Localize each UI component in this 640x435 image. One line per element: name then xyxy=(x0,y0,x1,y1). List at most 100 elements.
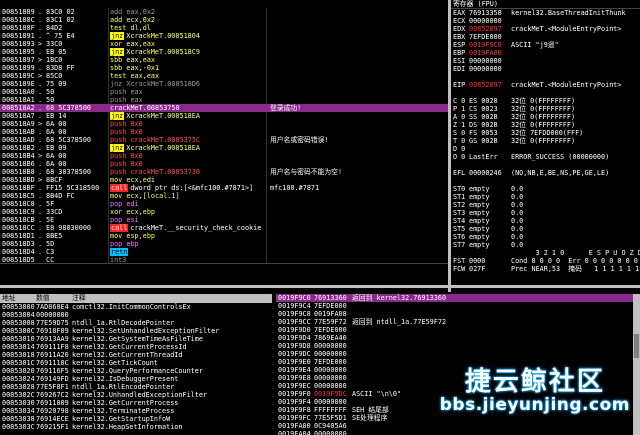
disasm-row[interactable]: 008518AD. 68 5C378500 push crackMeT.008537… xyxy=(0,136,448,144)
register-row[interactable]: O 0 LastErr ERROR_SUCCESS (00000000) xyxy=(451,153,640,161)
register-row[interactable]: ST3 empty 0.0 xyxy=(451,209,640,217)
disasm-row[interactable]: 00851897 >1BC0 sbb eax,eax xyxy=(0,56,448,64)
disasm-row[interactable]: 008518CC. E8 98030000 call crackMeT.__secur… xyxy=(0,224,448,232)
register-row[interactable]: EDI 00000000 xyxy=(451,65,640,73)
register-row[interactable]: ST5 empty 0.0 xyxy=(451,225,640,233)
register-value[interactable]: 00852097 xyxy=(469,81,502,89)
register-row[interactable]: P 1 CS 0023 32位 0(FFFFFFFF) xyxy=(451,105,640,113)
dump-row[interactable]: 00853024 769149FD kernel32.IsDebuggerPrese… xyxy=(0,375,272,383)
dump-header-comment[interactable]: 注释 xyxy=(72,294,86,302)
disasm-row[interactable]: 0085188F. 84D2 test dl,dl xyxy=(0,24,448,32)
disasm-row[interactable]: 008518A7. EB 14 jnz XcrackMeT.008518EA xyxy=(0,112,448,120)
stack-scrollbar[interactable] xyxy=(633,294,640,435)
disasm-row[interactable]: 008518B2. EB 09 jnz XcrackMeT.008518EA xyxy=(0,144,448,152)
disasm-row[interactable]: 0085189E. 75 09 jnz XcrackMeT.008518D6 xyxy=(0,80,448,88)
dump-header-value[interactable]: 数值 xyxy=(36,294,50,302)
register-row[interactable] xyxy=(451,177,640,185)
disasm-row[interactable]: 008518B8. 68 30378500 push crackMeT.008537… xyxy=(0,168,448,176)
register-row[interactable]: 3 2 1 0 E S P U O Z D I xyxy=(451,249,640,257)
register-value[interactable]: empty xyxy=(469,185,489,193)
disasm-row[interactable]: 008518BF. FF15 5C318500 call dword ptr ds:[… xyxy=(0,184,448,192)
disasm-row[interactable]: 0085189C >85C0 test eax,eax xyxy=(0,72,448,80)
register-row[interactable]: ESP 0019F9C0 ASCII "j9遥" xyxy=(451,41,640,49)
register-value[interactable]: empty xyxy=(469,209,489,217)
register-value[interactable]: FS 0053 xyxy=(469,129,498,137)
register-value[interactable]: DS 002B xyxy=(469,121,498,129)
dump-row[interactable]: 00853018 76911A20 kernel32.GetCurrentThrea… xyxy=(0,351,272,359)
disasm-row[interactable]: 008518D5 CC int3 xyxy=(0,256,448,263)
dump-row[interactable]: 00853034 76920798 kernel32.TerminateProces… xyxy=(0,407,272,415)
register-value[interactable]: SS 002B xyxy=(469,113,498,121)
dump-row[interactable]: 0085302C 769267C2 kernel32.UnhandledExcept… xyxy=(0,391,272,399)
register-row[interactable]: EFL 00000246 (NO,NB,E,BE,NS,PE,GE,LE) xyxy=(451,169,640,177)
disasm-row[interactable]: 00851889. 83C0 02 add eax,0x2 xyxy=(0,8,448,16)
register-row[interactable]: ST6 empty 0.0 xyxy=(451,233,640,241)
disasm-row[interactable]: 008518BD >8BCF mov ecx,edi xyxy=(0,176,448,184)
register-row[interactable]: T 0 GS 002B 32位 0(FFFFFFFF) xyxy=(451,137,640,145)
memory-dump-pane[interactable]: 地址 数值 注释 00853000 7AD868E4 comctl32.InitCo… xyxy=(0,294,272,435)
register-value[interactable]: 7EFDE000 xyxy=(469,33,502,41)
disasm-row[interactable]: 008518A1. 50 push eax xyxy=(0,96,448,104)
stack-row[interactable]: 0019F9C0 76913360 返回到 kernel32.76913360 xyxy=(276,294,640,302)
dump-row[interactable]: 0085300C 76918F09 kernel32.SetUnhandledExc… xyxy=(0,327,272,335)
register-value[interactable]: 0019FA00 xyxy=(469,49,502,57)
register-row[interactable]: ECX 00000000 xyxy=(451,17,640,25)
dump-row[interactable]: 0085301C 7691110C kernel32.GetTickCount xyxy=(0,359,272,367)
register-row[interactable] xyxy=(451,161,640,169)
disasm-row[interactable]: 008518A0. 50 push eax xyxy=(0,88,448,96)
disasm-row[interactable]: 008518D3. 5D pop ebp xyxy=(0,240,448,248)
dump-row[interactable]: 00853028 77E5F8F1 ntdll_1a.RtlEncodePointe… xyxy=(0,383,272,391)
register-value[interactable]: 0000 xyxy=(469,257,485,265)
register-row[interactable]: EIP 00852097 crackMeT.<ModuleEntryPoint> xyxy=(451,81,640,89)
disasm-row[interactable]: 008518C5. 8B4D FC mov ecx,[local.1] xyxy=(0,192,448,200)
disasm-row[interactable]: 0085188C. 83C1 02 add ecx,0x2 xyxy=(0,16,448,24)
register-value[interactable]: empty xyxy=(469,217,489,225)
disasm-row[interactable]: 00851893 >33C0 xor eax,eax xyxy=(0,40,448,48)
register-value[interactable]: ES 0020 xyxy=(469,97,498,105)
disasm-row[interactable]: 008518D4. C3 retn xyxy=(0,248,448,256)
register-row[interactable]: FCW 027F Prec NEAR,53 掩码 1 1 1 1 1 1 xyxy=(451,265,640,273)
register-value[interactable]: 00852097 xyxy=(469,25,502,33)
register-row[interactable]: C 0 ES 0020 32位 0(FFFFFFFF) xyxy=(451,97,640,105)
disasm-row[interactable]: 00851891. ^ 75 E4 jnz XcrackMeT.00851804 xyxy=(0,32,448,40)
register-row[interactable]: FST 0000 Cond 0 0 0 0 Err 0 0 0 0 0 0 0 0 xyxy=(451,257,640,265)
stack-row[interactable]: 0019F9C4 7EFDE000 xyxy=(276,302,640,310)
dump-row[interactable]: 00853000 7AD868E4 comctl32.InitCommonContr… xyxy=(0,303,272,311)
disasm-row[interactable]: 008518A9 >6A 00 push 0x0 xyxy=(0,120,448,128)
register-row[interactable]: ST7 empty 0.0 xyxy=(451,241,640,249)
register-value[interactable]: LastErr xyxy=(469,153,498,161)
horizontal-splitter[interactable] xyxy=(0,285,640,288)
registers-pane[interactable]: 寄存器 (FPU) EAX 76913358 kernel32.BaseThread… xyxy=(451,0,640,283)
register-row[interactable]: Z 1 DS 002B 32位 0(FFFFFFFF) xyxy=(451,121,640,129)
register-value[interactable]: empty xyxy=(469,225,489,233)
disasm-row[interactable]: 008518AB. 6A 00 push 0x0 xyxy=(0,128,448,136)
stack-row[interactable]: 0019F9D8 00000000 xyxy=(276,342,640,350)
disasm-row[interactable]: 008518B4 >6A 00 push 0x0 xyxy=(0,152,448,160)
disasm-row[interactable]: 008518C8. 5F pop edi xyxy=(0,200,448,208)
stack-row[interactable]: 0019F9D0 7EFDE000 xyxy=(276,326,640,334)
disasm-row[interactable]: 00851899. 83D8 FF sbb eax,-0x1 xyxy=(0,64,448,72)
register-row[interactable]: EBP 0019FA00 xyxy=(451,49,640,57)
dump-row[interactable]: 0085303C 769215F1 kernel32.HeapSetInformat… xyxy=(0,423,272,431)
register-row[interactable]: ESI 00000000 xyxy=(451,57,640,65)
stack-row[interactable]: 0019FA00 0C9405A6 xyxy=(276,422,640,430)
dump-row[interactable]: 00853004 00000000 xyxy=(0,311,272,319)
register-value[interactable]: 00000000 xyxy=(469,65,502,73)
disasm-row[interactable]: 00851895. EB 05 jnz XcrackMeT.008518C9 xyxy=(0,48,448,56)
dump-row[interactable]: 00853010 76913AA9 kernel32.GetSystemTimeAs… xyxy=(0,335,272,343)
disassembly-pane[interactable]: 00851889. 83C0 02 add eax,0x2 0085188C. 83C1… xyxy=(0,8,448,263)
dump-header-address[interactable]: 地址 xyxy=(2,294,16,302)
stack-row[interactable]: 0019F9C8 0019FA08 xyxy=(276,310,640,318)
register-row[interactable]: S 0 FS 0053 32位 7EFDD000(FFF) xyxy=(451,129,640,137)
disasm-row[interactable]: 008518C9. 33CD xor ecx,ebp xyxy=(0,208,448,216)
disasm-row[interactable]: 008518A2. 68 5C378500 crackMeT.00853750 登录成… xyxy=(0,104,448,112)
register-row[interactable] xyxy=(451,73,640,81)
dump-row[interactable]: 00853030 76911809 kernel32.GetCurrentProce… xyxy=(0,399,272,407)
disasm-row[interactable]: 008518D1. 8BE5 mov esp,ebp xyxy=(0,232,448,240)
register-row[interactable]: EBX 7EFDE000 xyxy=(451,33,640,41)
register-value[interactable]: CS 0023 xyxy=(469,105,498,113)
register-value[interactable]: empty xyxy=(469,193,489,201)
register-row[interactable]: D 0 xyxy=(451,145,640,153)
stack-row[interactable]: 0019F9FC 77E5F5D1 SE处理程序 xyxy=(276,414,640,422)
register-value[interactable]: GS 002B xyxy=(469,137,498,145)
